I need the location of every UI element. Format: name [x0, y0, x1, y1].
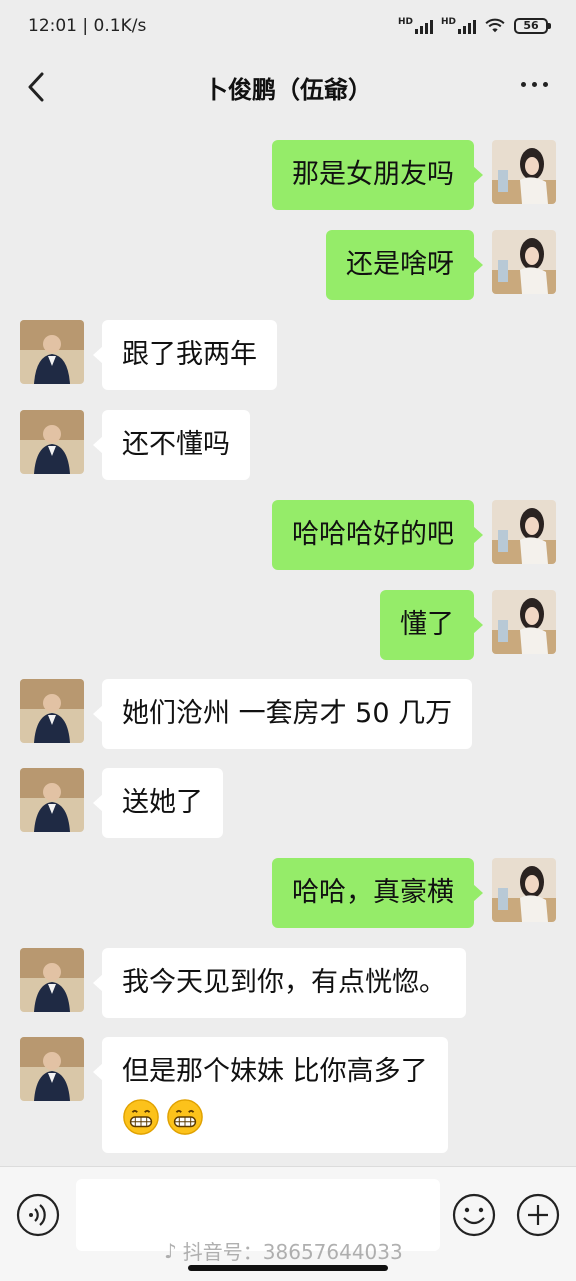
status-speed: 0.1K/s: [93, 16, 147, 36]
message-bubble[interactable]: 还不懂吗: [93, 410, 250, 480]
my-avatar[interactable]: [492, 858, 556, 922]
home-indicator[interactable]: [188, 1265, 388, 1271]
contact-avatar[interactable]: [20, 768, 84, 832]
message-bubble[interactable]: 懂了: [380, 590, 483, 660]
status-bar: 12:01 | 0.1K/s HD HD 56: [0, 0, 576, 52]
chat-header: 卜俊鹏（伍爺）: [0, 52, 576, 122]
grinning-face-icon: [167, 1099, 203, 1135]
signal-icon: [414, 18, 433, 34]
message-bubble[interactable]: 我今天见到你，有点恍惚。: [93, 948, 466, 1018]
wifi-icon: [485, 18, 505, 33]
message-row: 她们沧州 一套房才 50 几万: [20, 679, 473, 749]
message-row: 跟了我两年: [20, 320, 277, 390]
battery-icon: 56: [514, 18, 551, 34]
my-avatar[interactable]: [492, 230, 556, 294]
message-row: 还是啥呀: [326, 230, 556, 300]
message-row: 我今天见到你，有点恍惚。: [20, 948, 466, 1018]
message-bubble[interactable]: 跟了我两年: [93, 320, 277, 390]
hd-label: HD: [397, 17, 413, 27]
douyin-logo-icon: ♪: [164, 1238, 177, 1263]
plus-icon[interactable]: [516, 1193, 560, 1237]
status-right: HD HD 56: [397, 17, 551, 34]
message-row: 哈哈哈好的吧: [272, 500, 556, 570]
message-row: 那是女朋友吗: [272, 140, 556, 210]
message-row: 哈哈，真豪横: [272, 858, 556, 928]
status-left: 12:01 | 0.1K/s: [28, 16, 147, 36]
message-row: 懂了: [380, 590, 556, 660]
contact-avatar[interactable]: [20, 1037, 84, 1101]
message-bubble[interactable]: 还是啥呀: [326, 230, 483, 300]
contact-avatar[interactable]: [20, 410, 84, 474]
message-row: 还不懂吗: [20, 410, 250, 480]
chat-title: 卜俊鹏（伍爺）: [204, 75, 372, 104]
contact-avatar[interactable]: [20, 948, 84, 1012]
emoji-row: [122, 1095, 428, 1139]
message-bubble[interactable]: 她们沧州 一套房才 50 几万: [92, 679, 473, 749]
message-bubble[interactable]: 送她了: [93, 768, 223, 838]
douyin-watermark: ♪ 抖音号：38657644033: [164, 1236, 403, 1265]
message-bubble[interactable]: 哈哈，真豪横: [272, 858, 483, 928]
my-avatar[interactable]: [492, 500, 556, 564]
message-bubble[interactable]: 但是那个妹妹 比你高多了: [93, 1037, 448, 1153]
message-row: 但是那个妹妹 比你高多了: [20, 1037, 448, 1153]
voice-icon[interactable]: [16, 1193, 60, 1237]
watermark-text: 抖音号：38657644033: [182, 1240, 403, 1264]
my-avatar[interactable]: [492, 140, 556, 204]
more-icon[interactable]: [521, 82, 548, 87]
hd-label-2: HD: [440, 17, 456, 27]
emoji-icon[interactable]: [452, 1193, 496, 1237]
signal-icon-2: [458, 18, 476, 34]
contact-avatar[interactable]: [20, 320, 84, 384]
contact-avatar[interactable]: [20, 679, 84, 743]
message-bubble[interactable]: 那是女朋友吗: [272, 140, 483, 210]
my-avatar[interactable]: [492, 590, 556, 654]
status-time: 12:01: [28, 16, 77, 36]
message-row: 送她了: [20, 768, 223, 838]
message-bubble[interactable]: 哈哈哈好的吧: [272, 500, 483, 570]
chevron-left-icon[interactable]: [22, 70, 52, 104]
grinning-face-icon: [123, 1099, 159, 1135]
message-text: 但是那个妹妹 比你高多了: [122, 1056, 428, 1087]
